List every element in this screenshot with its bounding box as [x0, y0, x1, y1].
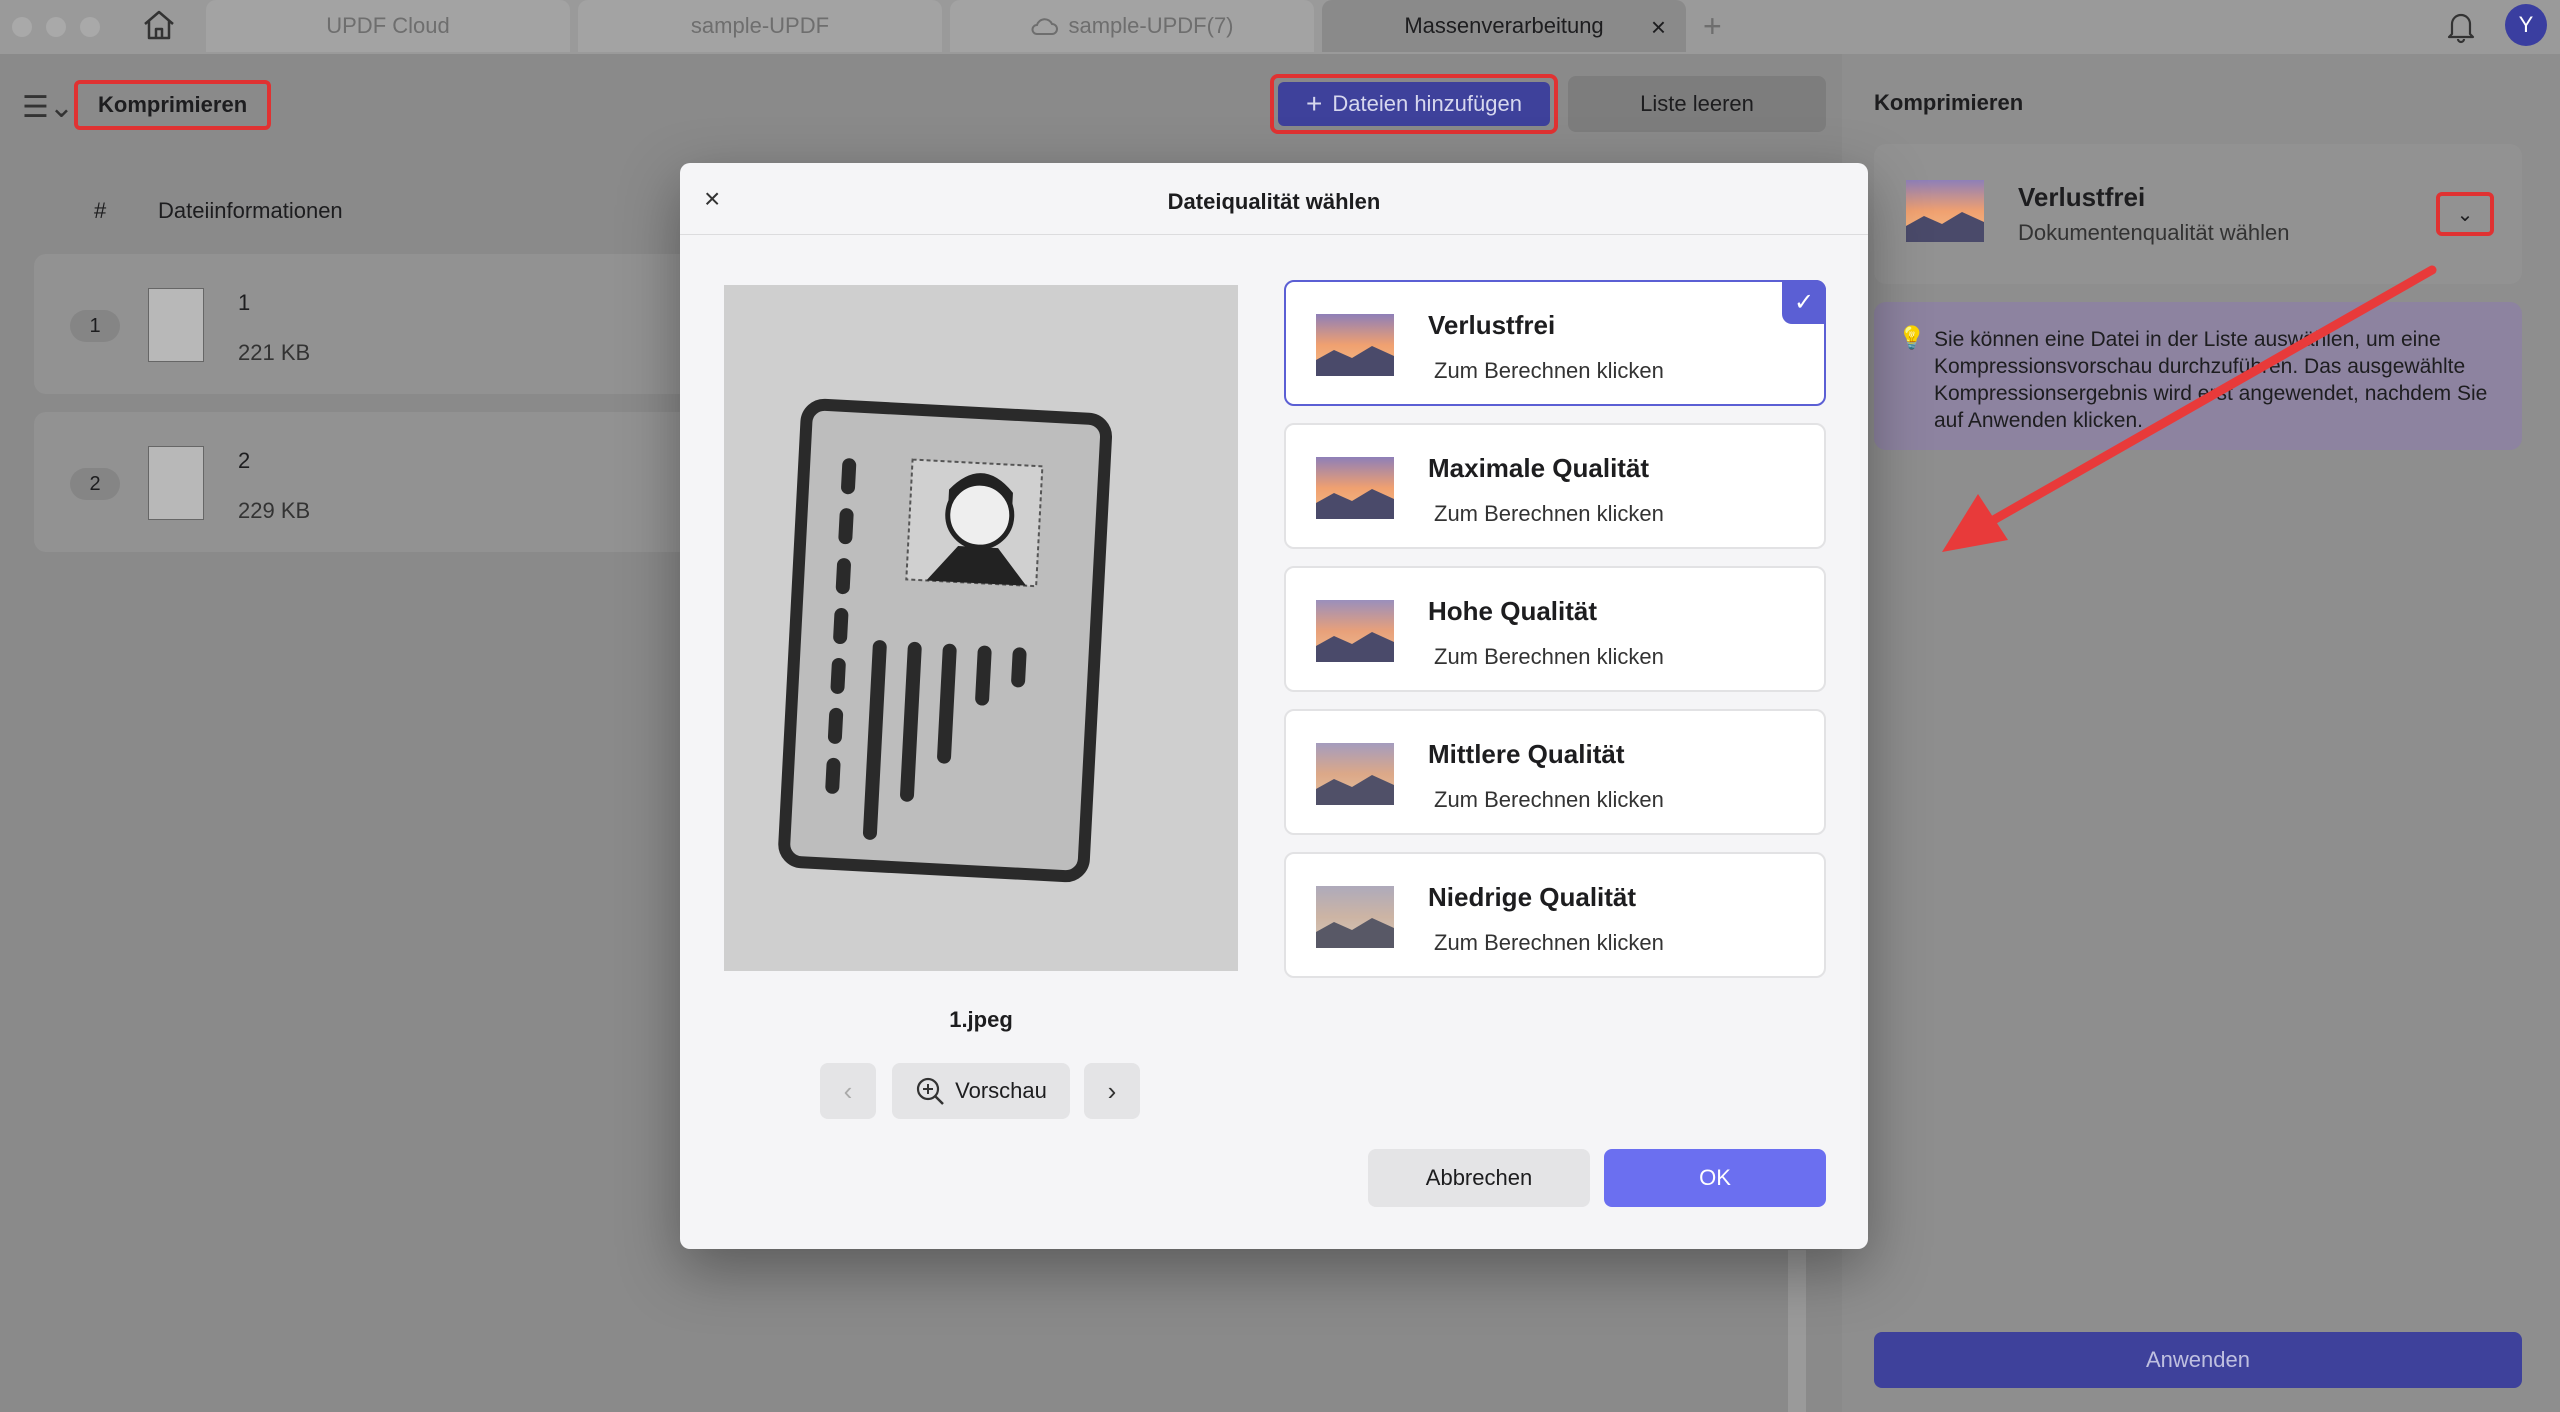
quality-option-hohe[interactable]: Hohe Qualität Zum Berechnen klicken	[1284, 566, 1826, 692]
plus-icon: +	[1306, 88, 1323, 119]
tab-label: sample-UPDF	[690, 13, 830, 38]
option-title: Verlustfrei	[1428, 310, 1556, 340]
option-subtitle: Zum Berechnen klicken	[1434, 358, 1664, 383]
title-bar: UPDF Cloud sample-UPDF sample-UPDF(7) Ma…	[0, 0, 2560, 54]
add-tab-icon[interactable]: +	[1703, 8, 1722, 45]
preview-filename: 1.jpeg	[949, 1007, 1013, 1032]
option-title: Maximale Qualität	[1428, 453, 1650, 483]
cloud-icon	[1032, 18, 1059, 35]
quality-selector[interactable]: Verlustfrei Dokumentenqualität wählen ⌄	[1874, 144, 2522, 284]
tab-label: Massenverarbeitung	[1404, 13, 1604, 38]
quality-option-niedrige[interactable]: Niedrige Qualität Zum Berechnen klicken	[1284, 852, 1826, 978]
quality-option-mittlere[interactable]: Mittlere Qualität Zum Berechnen klicken	[1284, 709, 1826, 835]
column-header-number: #	[94, 198, 107, 223]
file-thumbnail	[148, 288, 204, 362]
bell-icon[interactable]	[2444, 8, 2478, 44]
chevron-left-icon: ‹	[843, 1075, 853, 1106]
tab-label: sample-UPDF(7)	[1068, 13, 1234, 38]
file-name: 2	[238, 448, 251, 473]
quality-option-maximale[interactable]: Maximale Qualität Zum Berechnen klicken	[1284, 423, 1826, 549]
zoom-label: Vorschau	[955, 1078, 1047, 1103]
zoom-preview-button[interactable]: Vorschau	[892, 1063, 1070, 1119]
cancel-button[interactable]: Abbrechen	[1368, 1149, 1590, 1207]
file-number: 2	[70, 468, 120, 500]
home-icon[interactable]	[140, 6, 178, 44]
ok-button[interactable]: OK	[1604, 1149, 1826, 1207]
clear-list-button[interactable]: Liste leeren	[1568, 76, 1826, 132]
previous-button[interactable]: ‹	[820, 1063, 876, 1119]
preview-image	[724, 285, 1238, 971]
option-subtitle: Zum Berechnen klicken	[1434, 644, 1664, 669]
file-thumbnail	[148, 446, 204, 520]
dialog-title: Dateiqualität wählen	[1167, 189, 1381, 214]
tab-label: UPDF Cloud	[326, 13, 450, 38]
window-minimize-button[interactable]	[46, 17, 66, 37]
tab-massenverarbeitung[interactable]: Massenverarbeitung ×	[1322, 0, 1686, 52]
tab-sample-updf[interactable]: sample-UPDF	[578, 0, 942, 52]
scrollbar[interactable]	[1788, 1250, 1806, 1412]
file-size: 221 KB	[238, 340, 311, 365]
landscape-thumbnail	[1316, 886, 1394, 948]
option-title: Hohe Qualität	[1428, 596, 1598, 626]
file-row[interactable]: 1 1 221 KB	[34, 254, 734, 394]
option-title: Mittlere Qualität	[1428, 739, 1625, 769]
file-name: 1	[238, 290, 251, 315]
zoom-in-icon	[917, 1077, 945, 1105]
menu-icon[interactable]: ☰⌄	[22, 90, 74, 125]
tab-close-icon[interactable]: ×	[1651, 12, 1666, 43]
landscape-thumbnail	[1316, 600, 1394, 662]
panel-title: Komprimieren	[1874, 90, 2024, 115]
option-subtitle: Zum Berechnen klicken	[1434, 501, 1664, 526]
add-files-label: Dateien hinzufügen	[1332, 91, 1522, 116]
checkmark-icon: ✓	[1782, 280, 1826, 324]
landscape-thumbnail	[1906, 180, 1984, 242]
chevron-right-icon: ›	[1107, 1075, 1117, 1106]
landscape-thumbnail	[1316, 457, 1394, 519]
tab-updf-cloud[interactable]: UPDF Cloud	[206, 0, 570, 52]
lightbulb-icon: 💡	[1898, 325, 1926, 350]
selected-quality-title: Verlustfrei	[2018, 182, 2146, 212]
file-size: 229 KB	[238, 498, 311, 523]
landscape-thumbnail	[1316, 314, 1394, 376]
mode-selector[interactable]: Komprimieren	[74, 80, 272, 130]
next-button[interactable]: ›	[1084, 1063, 1140, 1119]
tab-sample-updf-7[interactable]: sample-UPDF(7)	[950, 0, 1314, 52]
window-close-button[interactable]	[12, 17, 32, 37]
info-hint: 💡 Sie können eine Datei in der Liste aus…	[1874, 302, 2522, 450]
column-header-info: Dateiinformationen	[158, 198, 343, 223]
file-number: 1	[70, 310, 120, 342]
option-title: Niedrige Qualität	[1428, 882, 1637, 912]
selected-quality-subtitle: Dokumentenqualität wählen	[2018, 220, 2290, 245]
landscape-thumbnail	[1316, 743, 1394, 805]
quality-dialog: × Dateiqualität wählen 1.jpeg ‹ Vorschau…	[680, 163, 1868, 1249]
dialog-header: × Dateiqualität wählen	[680, 163, 1868, 235]
window-zoom-button[interactable]	[80, 17, 100, 37]
option-subtitle: Zum Berechnen klicken	[1434, 787, 1664, 812]
hint-text: Sie können eine Datei in der Liste auswä…	[1934, 328, 2488, 432]
option-subtitle: Zum Berechnen klicken	[1434, 930, 1664, 955]
chevron-down-icon[interactable]: ⌄	[2436, 192, 2494, 236]
avatar[interactable]: Y	[2505, 4, 2547, 46]
quality-option-verlustfrei[interactable]: Verlustfrei Zum Berechnen klicken ✓	[1284, 280, 1826, 406]
compress-settings-panel: Komprimieren Verlustfrei Dokumentenquali…	[1842, 54, 2560, 1412]
file-row[interactable]: 2 2 229 KB	[34, 412, 734, 552]
add-files-button[interactable]: + Dateien hinzufügen	[1270, 74, 1558, 134]
apply-button[interactable]: Anwenden	[1874, 1332, 2522, 1388]
